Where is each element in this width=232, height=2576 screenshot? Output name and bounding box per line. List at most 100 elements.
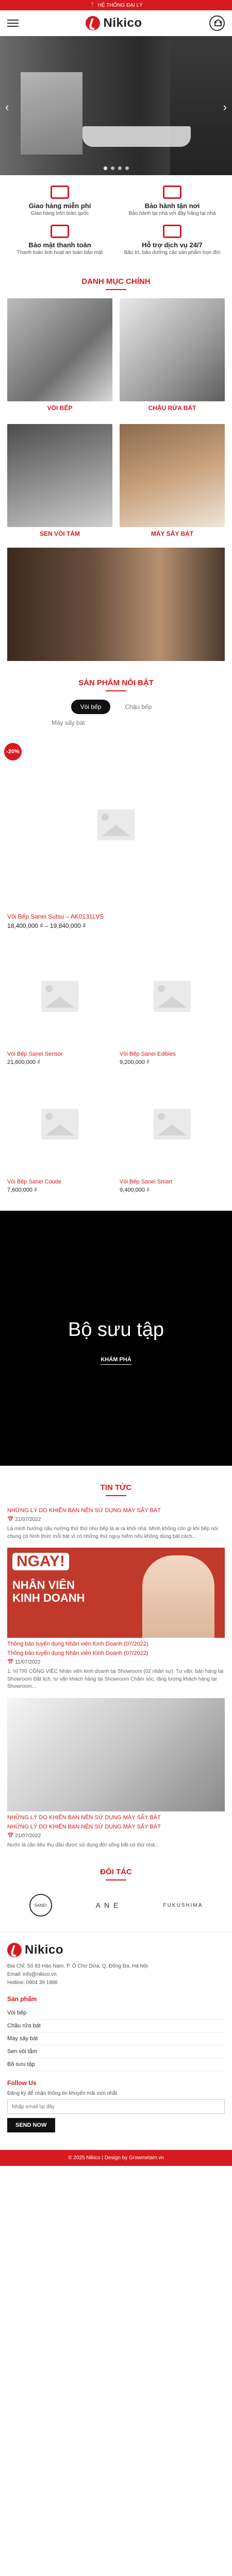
news-date: 21/07/2022 — [7, 1833, 225, 1839]
product-image-placeholder[interactable] — [120, 945, 225, 1048]
headset-icon — [163, 225, 181, 238]
hero-sink — [82, 126, 191, 147]
banner-text: NHÂN VIÊN KINH DOANH — [12, 1579, 85, 1605]
footer-email[interactable]: Email: info@nikico.vn — [7, 1971, 225, 1979]
wrench-icon — [163, 185, 181, 199]
news-item-subtitle[interactable]: NHỮNG LÝ DO KHIẾN BẠN NÊN SỬ DỤNG MÁY SẤ… — [7, 1824, 225, 1830]
category-label[interactable]: CHẬU RỬA BÁT — [120, 401, 225, 417]
tab-voi-bep[interactable]: Vòi bếp — [71, 700, 111, 714]
news-item-title[interactable]: Thông báo tuyển dụng Nhân viên Kinh Doan… — [7, 1641, 225, 1647]
news-image[interactable] — [7, 1698, 225, 1811]
news-date: 11/07/2022 — [7, 1659, 225, 1665]
cart-icon[interactable] — [209, 15, 225, 31]
collection-banner: Bộ sưu tập KHÁM PHÁ — [0, 1211, 232, 1466]
product-name[interactable]: Vòi Bếp Sanei Coude — [7, 1176, 112, 1187]
category-image[interactable] — [120, 298, 225, 401]
product-name[interactable]: Vòi Bếp Sanei Sutsu – AK0131LVS — [7, 910, 225, 922]
category-image[interactable] — [120, 424, 225, 527]
featured-title: SẢN PHẨM NỔI BẬT — [0, 661, 232, 700]
category-label[interactable]: SEN VÒI TẮM — [7, 527, 112, 543]
footer-hotline[interactable]: Hotline: 0904 39 1986 — [7, 1979, 225, 1987]
product-name[interactable]: Vòi Bếp Sanei Edibles — [120, 1048, 225, 1059]
top-bar[interactable]: 📍 HỆ THỐNG ĐẠI LÝ — [0, 0, 232, 10]
footer-link[interactable]: Vòi bếp — [7, 2007, 225, 2020]
news-excerpt: Nước là cần tiêu thụ dầu được sử dụng đờ… — [7, 1842, 159, 1848]
news-item-title[interactable]: NHỮNG LÝ DO KHIẾN BẠN NÊN SỬ DỤNG MÁY SẤ… — [7, 1815, 225, 1821]
product-grid: Vòi Bếp Sanei Sensor 21,600,000 ₫ Vòi Bế… — [0, 929, 232, 1193]
partners-row: SANEI A N E FUKUSHIMA — [0, 1889, 232, 1932]
category-card[interactable]: SEN VÒI TẮM — [7, 424, 112, 543]
slider-dot[interactable] — [125, 166, 129, 170]
slider-dot[interactable] — [103, 166, 107, 170]
news-item[interactable]: NHỮNG LÝ DO KHIẾN BẠN NÊN SỬ DỤNG MÁY SẤ… — [7, 1507, 225, 1540]
chevron-left-icon[interactable]: ‹ — [5, 100, 9, 114]
tab-may-say-bat[interactable]: Máy sấy bát — [52, 719, 85, 726]
slider-dot[interactable] — [118, 166, 122, 170]
category-image[interactable] — [7, 424, 112, 527]
topbar-text: HỆ THỐNG ĐẠI LÝ — [97, 2, 143, 8]
benefit-desc: Thanh toán linh hoạt an toàn bảo mật — [16, 250, 103, 256]
benefits: Giao hàng miễn phí Giao hàng trên toàn q… — [0, 175, 232, 266]
product-image-placeholder[interactable] — [7, 740, 225, 910]
news-item-subtitle[interactable]: Thông báo tuyển dụng Nhân viên Kinh Doan… — [7, 1650, 225, 1656]
tab-chau-bep[interactable]: Chậu bếp — [115, 700, 161, 714]
product-card[interactable]: Vòi Bếp Sanei Coude 7,600,000 ₫ — [7, 1073, 112, 1193]
benefit-item: Bảo hành tận nơi Bảo hành tại nhà với đầ… — [120, 185, 225, 216]
footer-link[interactable]: Sen vòi tắm — [7, 2045, 225, 2058]
partner-logo[interactable]: A N E — [96, 1901, 120, 1909]
category-label[interactable]: MÁY SẤY BÁT — [120, 527, 225, 543]
category-image[interactable] — [7, 298, 112, 401]
hero-slider[interactable]: ‹ › — [0, 36, 232, 175]
product-name[interactable]: Vòi Bếp Sanei Sensor — [7, 1048, 112, 1059]
news-item[interactable]: NGAY! NHÂN VIÊN KINH DOANH Thông báo tuy… — [7, 1548, 225, 1691]
partner-logo[interactable]: SANEI — [29, 1894, 52, 1917]
product-price: 21,600,000 ₫ — [7, 1059, 40, 1065]
benefit-desc: Giao hàng trên toàn quốc — [30, 211, 89, 216]
category-card[interactable]: VÒI BẾP — [7, 298, 112, 417]
logo[interactable]: Nikico — [86, 16, 142, 30]
chevron-right-icon[interactable]: › — [223, 100, 227, 114]
slider-dot[interactable] — [110, 166, 114, 170]
logo-text: Nikico — [25, 1943, 64, 1957]
category-grid: VÒI BẾP CHẬU RỬA BÁT SEN VÒI TẮM MÁY SẤY… — [0, 298, 232, 543]
product-card[interactable]: Vòi Bếp Sanei Edibles 9,200,000 ₫ — [120, 945, 225, 1065]
newsletter-email-input[interactable] — [7, 2099, 225, 2114]
logo-mark-icon — [86, 16, 101, 30]
menu-icon[interactable] — [7, 20, 19, 27]
product-card-featured[interactable]: -20% Vòi Bếp Sanei Sutsu – AK0131LVS 18,… — [4, 740, 225, 929]
benefit-item: Bảo mật thanh toán Thanh toán linh hoạt … — [7, 225, 112, 256]
category-card[interactable]: MÁY SẤY BÁT — [120, 424, 225, 543]
product-card[interactable]: Vòi Bếp Sanei Smart 9,400,000 ₫ — [120, 1073, 225, 1193]
news-item-title[interactable]: NHỮNG LÝ DO KHIẾN BẠN NÊN SỬ DỤNG MÁY SẤ… — [7, 1507, 225, 1514]
product-image-placeholder[interactable] — [7, 945, 112, 1048]
footer-link[interactable]: Bồ sưu tập — [7, 2058, 225, 2071]
news-banner-image[interactable]: NGAY! NHÂN VIÊN KINH DOANH — [7, 1548, 225, 1638]
footer-logo[interactable]: Nikico — [7, 1943, 225, 1957]
news-item[interactable]: NHỮNG LÝ DO KHIẾN BẠN NÊN SỬ DỤNG MÁY SẤ… — [7, 1698, 225, 1850]
footer: Nikico Địa Chỉ: Số 83 Hào Nam, P. Ô Chợ … — [0, 1932, 232, 2138]
logo-text: Nikico — [103, 16, 142, 30]
product-image-placeholder[interactable] — [7, 1073, 112, 1176]
category-label[interactable]: VÒI BẾP — [7, 401, 112, 417]
image-placeholder-icon — [97, 809, 135, 840]
product-name[interactable]: Vòi Bếp Sanei Smart — [120, 1176, 225, 1187]
send-now-button[interactable]: SEND NOW — [7, 2118, 55, 2132]
product-image-placeholder[interactable] — [120, 1073, 225, 1176]
news-title: TIN TỨC — [0, 1466, 232, 1504]
footer-link[interactable]: Máy sấy bát — [7, 2032, 225, 2045]
benefit-title: Giao hàng miễn phí — [28, 202, 91, 210]
category-card[interactable]: CHẬU RỬA BÁT — [120, 298, 225, 417]
benefit-item: Hỗ trợ dịch vụ 24/7 Bảo trì, bảo dưỡng c… — [120, 225, 225, 256]
newsletter-note: Đăng ký để nhận thông tin khuyến mãi mới… — [7, 2091, 117, 2096]
benefit-desc: Bảo trì, bảo dưỡng các sản phẩm trọn đời — [124, 250, 221, 256]
product-card[interactable]: Vòi Bếp Sanei Sensor 21,600,000 ₫ — [7, 945, 112, 1065]
benefit-title: Bảo hành tận nơi — [144, 202, 200, 210]
explore-link[interactable]: KHÁM PHÁ — [101, 1357, 131, 1365]
categories-title: DANH MỤC CHÍNH — [0, 266, 232, 298]
partner-logo[interactable]: FUKUSHIMA — [163, 1903, 203, 1908]
footer-link[interactable]: Chậu rửa bát — [7, 2020, 225, 2032]
copyright: © 2025 Nikico | Design by Growmetam.vn — [0, 2150, 232, 2166]
slider-dots — [0, 166, 232, 170]
bathroom-banner-image[interactable] — [7, 548, 225, 661]
header: Nikico — [0, 10, 232, 36]
